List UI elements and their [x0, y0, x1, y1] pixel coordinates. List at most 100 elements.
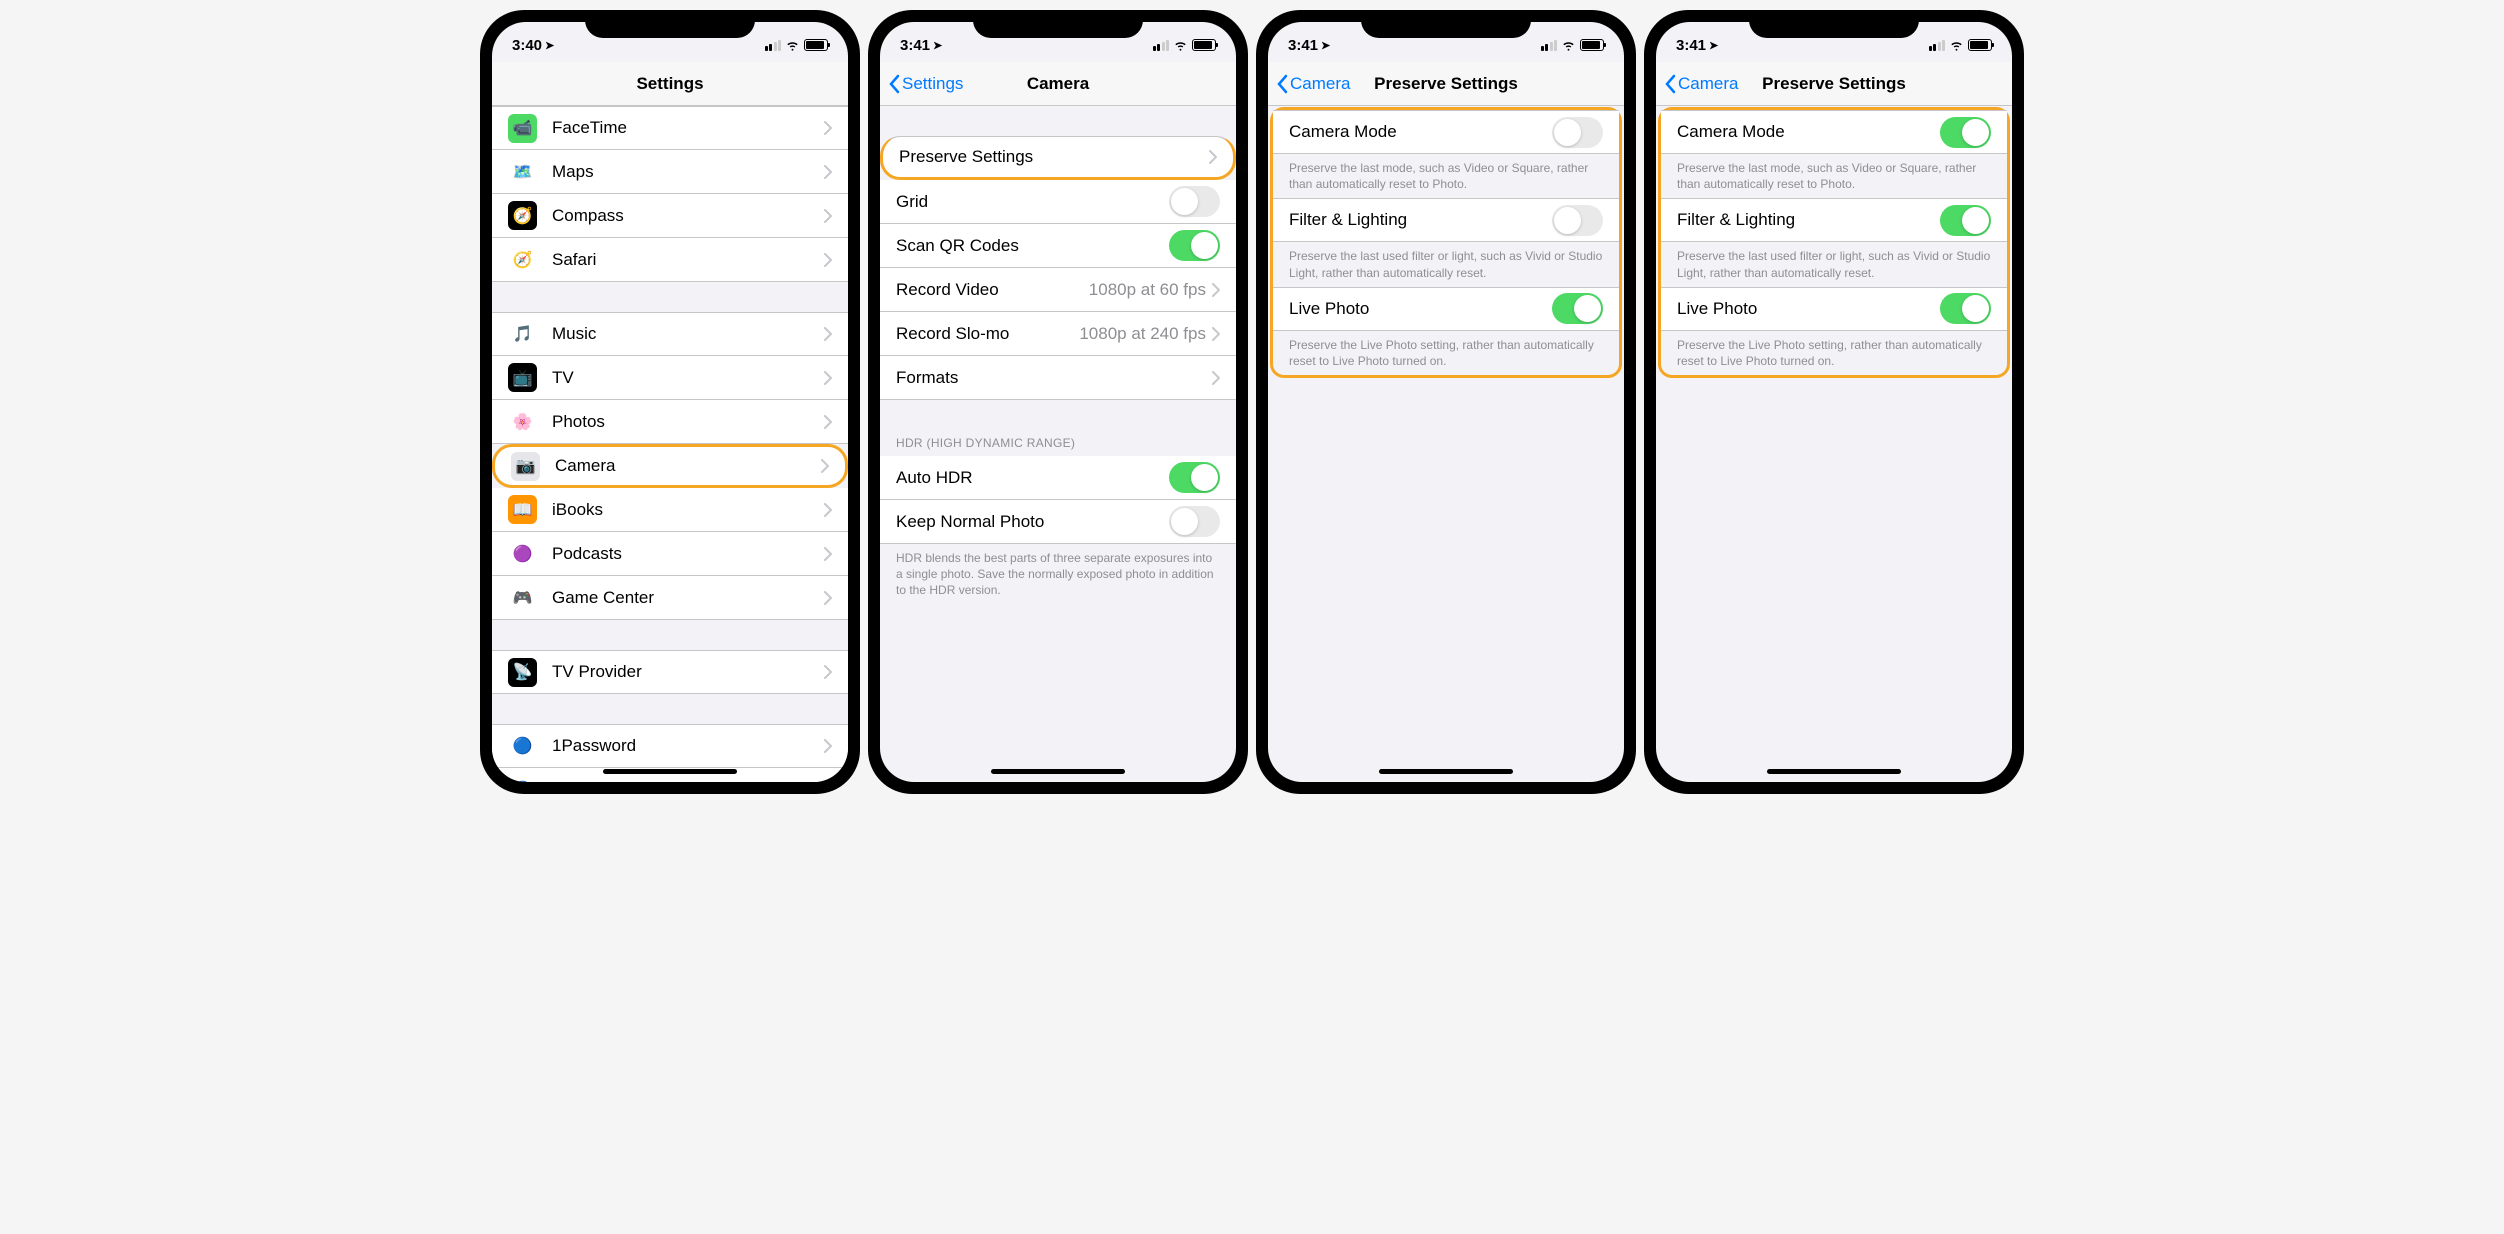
gamecenter-icon: 🎮	[508, 583, 537, 612]
row-grid[interactable]: Grid	[880, 180, 1236, 224]
home-indicator[interactable]	[1379, 769, 1513, 774]
screen-2: 3:41➤ Settings Camera Preserve SettingsG…	[880, 22, 1236, 782]
row-label: Keep Normal Photo	[896, 512, 1169, 532]
battery-icon	[1968, 39, 1992, 51]
chevron-right-icon	[824, 121, 832, 135]
battery-icon	[804, 39, 828, 51]
chevron-right-icon	[824, 665, 832, 679]
back-button[interactable]: Settings	[888, 74, 963, 94]
settings-row-facetime[interactable]: 📹FaceTime	[492, 106, 848, 150]
preserve-section: Live PhotoPreserve the Live Photo settin…	[1273, 287, 1619, 375]
photos-icon: 🌸	[508, 407, 537, 436]
toggle-switch[interactable]	[1552, 293, 1603, 324]
row-label: Camera	[555, 456, 821, 476]
toggle-switch[interactable]	[1169, 230, 1220, 261]
tvprovider-icon: 📡	[508, 658, 537, 687]
chevron-right-icon	[824, 165, 832, 179]
safari-icon: 🧭	[508, 245, 537, 274]
toggle-switch[interactable]	[1940, 205, 1991, 236]
page-title: Settings	[636, 74, 703, 94]
signal-icon	[765, 40, 782, 51]
row-record-video[interactable]: Record Video1080p at 60 fps	[880, 268, 1236, 312]
status-time: 3:40	[512, 37, 542, 54]
chevron-right-icon	[1212, 327, 1220, 341]
toggle-switch[interactable]	[1169, 462, 1220, 493]
row-keep-normal-photo[interactable]: Keep Normal Photo	[880, 500, 1236, 544]
row-auto-hdr[interactable]: Auto HDR	[880, 456, 1236, 500]
chevron-right-icon	[824, 253, 832, 267]
toggle-switch[interactable]	[1169, 186, 1220, 217]
settings-row-safari[interactable]: 🧭 Safari	[492, 238, 848, 282]
row-label: Filter & Lighting	[1677, 210, 1940, 230]
row-camera-mode[interactable]: Camera Mode	[1661, 110, 2007, 154]
back-button[interactable]: Camera	[1664, 74, 1738, 94]
home-indicator[interactable]	[603, 769, 737, 774]
settings-row-compass[interactable]: 🧭 Compass	[492, 194, 848, 238]
row-preserve-settings[interactable]: Preserve Settings	[880, 136, 1236, 180]
toggle-switch[interactable]	[1940, 117, 1991, 148]
row-live-photo[interactable]: Live Photo	[1273, 287, 1619, 331]
row-label: FaceTime	[552, 118, 824, 138]
chevron-left-icon	[1276, 74, 1288, 94]
home-indicator[interactable]	[1767, 769, 1901, 774]
settings-row-tvprovider[interactable]: 📡TV Provider	[492, 650, 848, 694]
row-filter-lighting[interactable]: Filter & Lighting	[1661, 198, 2007, 242]
chevron-left-icon	[1664, 74, 1676, 94]
preserve-settings-list[interactable]: Camera ModePreserve the last mode, such …	[1268, 106, 1624, 782]
settings-row-podcasts[interactable]: 🟣Podcasts	[492, 532, 848, 576]
signal-icon	[1153, 40, 1170, 51]
phone-3: 3:41➤ Camera Preserve Settings Camera Mo…	[1256, 10, 1636, 794]
camera-settings-list[interactable]: Preserve SettingsGridScan QR CodesRecord…	[880, 106, 1236, 782]
row-label: Music	[552, 324, 824, 344]
settings-row-maps[interactable]: 🗺️Maps	[492, 150, 848, 194]
row-footer: Preserve the last mode, such as Video or…	[1661, 154, 2007, 198]
toggle-switch[interactable]	[1940, 293, 1991, 324]
home-indicator[interactable]	[991, 769, 1125, 774]
hdr-group: HDR (HIGH DYNAMIC RANGE)Auto HDRKeep Nor…	[880, 430, 1236, 605]
compass-icon: 🧭	[508, 201, 537, 230]
row-live-photo[interactable]: Live Photo	[1661, 287, 2007, 331]
row-camera-mode[interactable]: Camera Mode	[1273, 110, 1619, 154]
signal-icon	[1541, 40, 1558, 51]
row-label: Preserve Settings	[899, 147, 1209, 167]
row-label: Camera Mode	[1677, 122, 1940, 142]
row-filter-lighting[interactable]: Filter & Lighting	[1273, 198, 1619, 242]
nav-bar: Camera Preserve Settings	[1656, 62, 2012, 106]
row-label: Live Photo	[1677, 299, 1940, 319]
preserve-settings-list[interactable]: Camera Mode Preserve the last mode, such …	[1656, 106, 2012, 782]
wifi-icon	[785, 39, 800, 51]
settings-list[interactable]: 📹FaceTime🗺️Maps🧭Compass🧭Safari🎵Music📺TV🌸…	[492, 106, 848, 782]
ibooks-icon: 📖	[508, 495, 537, 524]
preserve-section: Filter & LightingPreserve the last used …	[1273, 198, 1619, 286]
settings-row-camera[interactable]: 📷Camera	[492, 444, 848, 488]
settings-row-tv[interactable]: 📺TV	[492, 356, 848, 400]
row-formats[interactable]: Formats	[880, 356, 1236, 400]
row-label: Compass	[552, 206, 824, 226]
toggle-switch[interactable]	[1552, 117, 1603, 148]
settings-row-ibooks[interactable]: 📖iBooks	[492, 488, 848, 532]
row-scan-qr-codes[interactable]: Scan QR Codes	[880, 224, 1236, 268]
back-button[interactable]: Camera	[1276, 74, 1350, 94]
toggle-switch[interactable]	[1552, 205, 1603, 236]
back-label: Camera	[1678, 74, 1738, 94]
settings-row-1password[interactable]: 🔵1Password	[492, 724, 848, 768]
settings-row-gamecenter[interactable]: 🎮Game Center	[492, 576, 848, 620]
row-label: 9to5Mac	[552, 780, 824, 783]
screen-3: 3:41➤ Camera Preserve Settings Camera Mo…	[1268, 22, 1624, 782]
settings-row-photos[interactable]: 🌸Photos	[492, 400, 848, 444]
toggle-switch[interactable]	[1169, 506, 1220, 537]
maps-icon: 🗺️	[508, 157, 537, 186]
settings-row-music[interactable]: 🎵Music	[492, 312, 848, 356]
back-label: Camera	[1290, 74, 1350, 94]
preserve-section: Filter & LightingPreserve the last used …	[1661, 198, 2007, 286]
location-icon: ➤	[545, 39, 554, 52]
row-label: Safari	[552, 250, 824, 270]
settings-group: 🎵Music📺TV🌸Photos📷Camera📖iBooks🟣Podcasts🎮…	[492, 312, 848, 620]
settings-group: 📡TV Provider	[492, 650, 848, 694]
screen-1: 3:40➤ Settings 📹FaceTime🗺️Maps 🧭 Compass 🧭 S…	[492, 22, 848, 782]
row-label: Podcasts	[552, 544, 824, 564]
row-record-slo-mo[interactable]: Record Slo-mo1080p at 240 fps	[880, 312, 1236, 356]
tv-icon: 📺	[508, 363, 537, 392]
row-label: Camera Mode	[1289, 122, 1552, 142]
row-footer: Preserve the Live Photo setting, rather …	[1661, 331, 2007, 375]
